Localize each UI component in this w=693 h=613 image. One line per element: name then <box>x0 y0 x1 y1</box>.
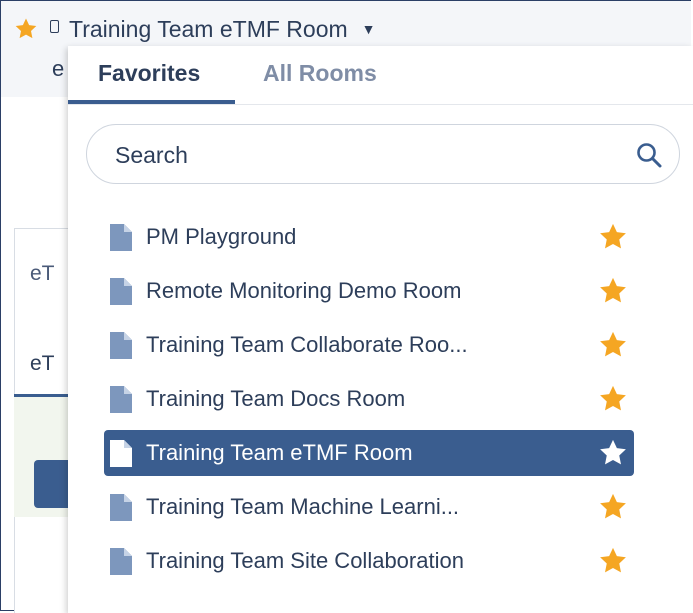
favorite-star-icon[interactable] <box>598 438 628 468</box>
favorite-star-icon[interactable] <box>598 222 628 252</box>
room-switcher[interactable]: Training Team eTMF Room ▼ <box>14 12 376 46</box>
document-icon <box>110 494 132 521</box>
room-name: Training Team Site Collaboration <box>146 548 464 573</box>
room-name: Remote Monitoring Demo Room <box>146 278 462 303</box>
search-box[interactable] <box>86 124 680 184</box>
room-title[interactable]: Training Team eTMF Room <box>69 16 348 43</box>
room-name: Training Team eTMF Room <box>146 440 413 465</box>
favorite-star-icon[interactable] <box>598 276 628 306</box>
room-dropdown: Favorites All Rooms PM Playground Remote… <box>68 46 693 613</box>
search-input[interactable] <box>113 135 617 175</box>
room-name: Training Team Collaborate Roo... <box>146 332 468 357</box>
mobile-icon <box>50 19 59 33</box>
tab-favorites[interactable]: Favorites <box>98 60 200 87</box>
background-card-label: eT <box>30 262 55 285</box>
document-icon <box>110 548 132 575</box>
list-item[interactable]: Remote Monitoring Demo Room <box>104 268 634 314</box>
favorite-star-icon[interactable] <box>598 330 628 360</box>
favorite-star-icon[interactable] <box>598 492 628 522</box>
list-item[interactable]: PM Playground <box>104 214 634 260</box>
subtitle-partial: e <box>52 56 65 81</box>
favorite-star-icon[interactable] <box>598 546 628 576</box>
list-item[interactable]: Training Team Site Collaboration <box>104 538 634 584</box>
chevron-down-icon[interactable]: ▼ <box>362 21 376 37</box>
list-item-selected[interactable]: Training Team eTMF Room <box>104 430 634 476</box>
search-icon[interactable] <box>635 141 663 169</box>
favorite-star-icon[interactable] <box>598 384 628 414</box>
list-item[interactable]: Training Team Machine Learni... <box>104 484 634 530</box>
list-item[interactable]: Training Team Docs Room <box>104 376 634 422</box>
tab-all-rooms[interactable]: All Rooms <box>263 60 377 87</box>
room-name: PM Playground <box>146 224 297 249</box>
document-icon <box>110 386 132 413</box>
star-icon[interactable] <box>14 17 38 41</box>
room-name: Training Team Machine Learni... <box>146 494 460 519</box>
list-item[interactable]: Training Team Collaborate Roo... <box>104 322 634 368</box>
document-icon <box>110 224 132 251</box>
document-icon <box>110 278 132 305</box>
active-tab-indicator <box>68 100 235 104</box>
room-name: Training Team Docs Room <box>146 386 406 411</box>
document-icon <box>110 440 132 467</box>
room-list: PM Playground Remote Monitoring Demo Roo… <box>104 214 634 592</box>
dropdown-tabs: Favorites All Rooms <box>68 46 693 105</box>
background-tab[interactable]: eT <box>30 352 55 376</box>
document-icon <box>110 332 132 359</box>
